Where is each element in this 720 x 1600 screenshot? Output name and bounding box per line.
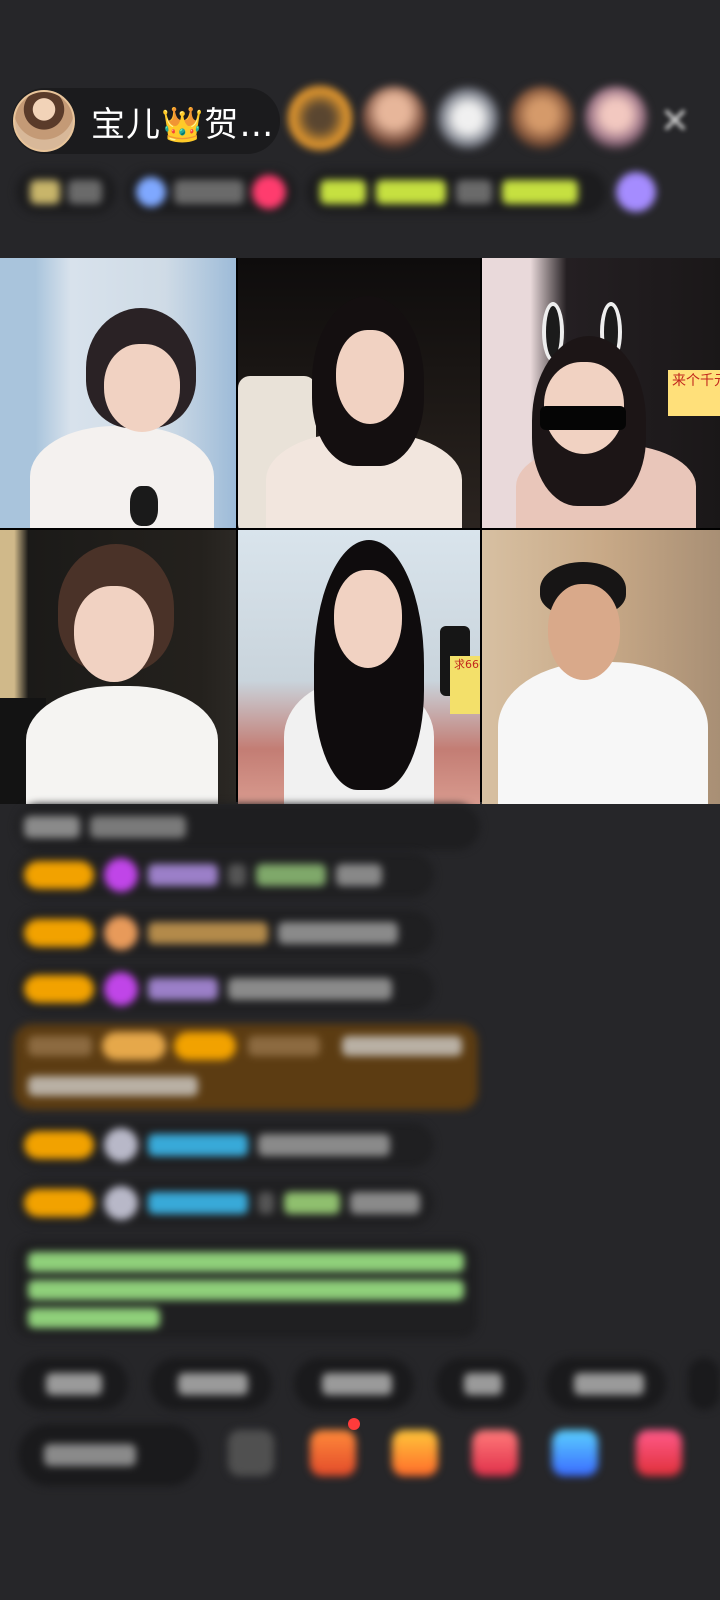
info-bar	[16, 166, 688, 218]
quick-reply-chip[interactable]	[294, 1358, 414, 1410]
more-icon[interactable]	[636, 1430, 682, 1476]
quick-reply-chip[interactable]	[688, 1358, 720, 1410]
viewer-avatar[interactable]	[362, 86, 426, 150]
gem-icon	[104, 972, 138, 1006]
viewer-avatar[interactable]	[288, 86, 352, 150]
gift-bag-icon[interactable]	[310, 1430, 356, 1476]
quick-reply-chip[interactable]	[546, 1358, 666, 1410]
viewer-avatar[interactable]	[584, 86, 648, 150]
host-name: 宝儿👑贺…	[91, 104, 275, 145]
viewer-avatar-list	[288, 86, 648, 150]
info-avatar[interactable]	[616, 172, 656, 212]
chat-message	[16, 910, 434, 956]
chat-message	[16, 804, 480, 850]
avatar	[104, 1128, 138, 1162]
chat-message	[16, 852, 434, 898]
quick-reply-chip[interactable]	[436, 1358, 526, 1410]
user-level-badge	[24, 919, 94, 947]
chat-highlight-message	[14, 1024, 478, 1110]
heart-icon[interactable]	[472, 1430, 518, 1476]
user-level-badge	[24, 1131, 94, 1159]
video-tile-3[interactable]: 来个千元 打球请	[482, 258, 720, 528]
info-pill[interactable]	[306, 170, 606, 214]
quick-reply-chip[interactable]	[150, 1358, 272, 1410]
chat-message	[16, 1122, 434, 1168]
host-card[interactable]: 宝儿👑贺…	[12, 88, 280, 154]
tile-sign: 来个千元 打球请	[668, 370, 720, 416]
user-level-badge	[24, 861, 94, 889]
video-grid: 来个千元 打球请 求666 球 求	[0, 258, 720, 804]
avatar	[104, 1186, 138, 1220]
video-tile-6[interactable]	[482, 530, 720, 804]
info-pill[interactable]	[126, 170, 296, 214]
chat-message	[16, 1180, 434, 1226]
user-level-badge	[24, 1189, 94, 1217]
comment-input[interactable]	[18, 1424, 200, 1486]
video-tile-4[interactable]	[0, 530, 236, 804]
gift-box-icon[interactable]	[392, 1430, 438, 1476]
host-avatar[interactable]	[13, 90, 75, 152]
viewer-avatar[interactable]	[436, 86, 500, 150]
emoji-icon[interactable]	[228, 1430, 274, 1476]
game-icon[interactable]	[552, 1430, 598, 1476]
close-button[interactable]: ✕	[652, 98, 698, 144]
tile-sign: 求666 球 求	[450, 656, 480, 714]
video-tile-2[interactable]	[238, 258, 480, 528]
video-tile-1[interactable]	[0, 258, 236, 528]
quick-reply-chip[interactable]	[18, 1358, 128, 1410]
avatar	[104, 916, 138, 950]
notification-dot	[348, 1418, 360, 1430]
system-notice	[14, 1240, 478, 1338]
chat-message	[16, 966, 434, 1012]
video-tile-5[interactable]: 求666 球 求	[238, 530, 480, 804]
close-icon: ✕	[659, 100, 691, 142]
info-pill[interactable]	[16, 170, 116, 214]
user-level-badge	[24, 975, 94, 1003]
viewer-avatar[interactable]	[510, 86, 574, 150]
gem-icon	[104, 858, 138, 892]
